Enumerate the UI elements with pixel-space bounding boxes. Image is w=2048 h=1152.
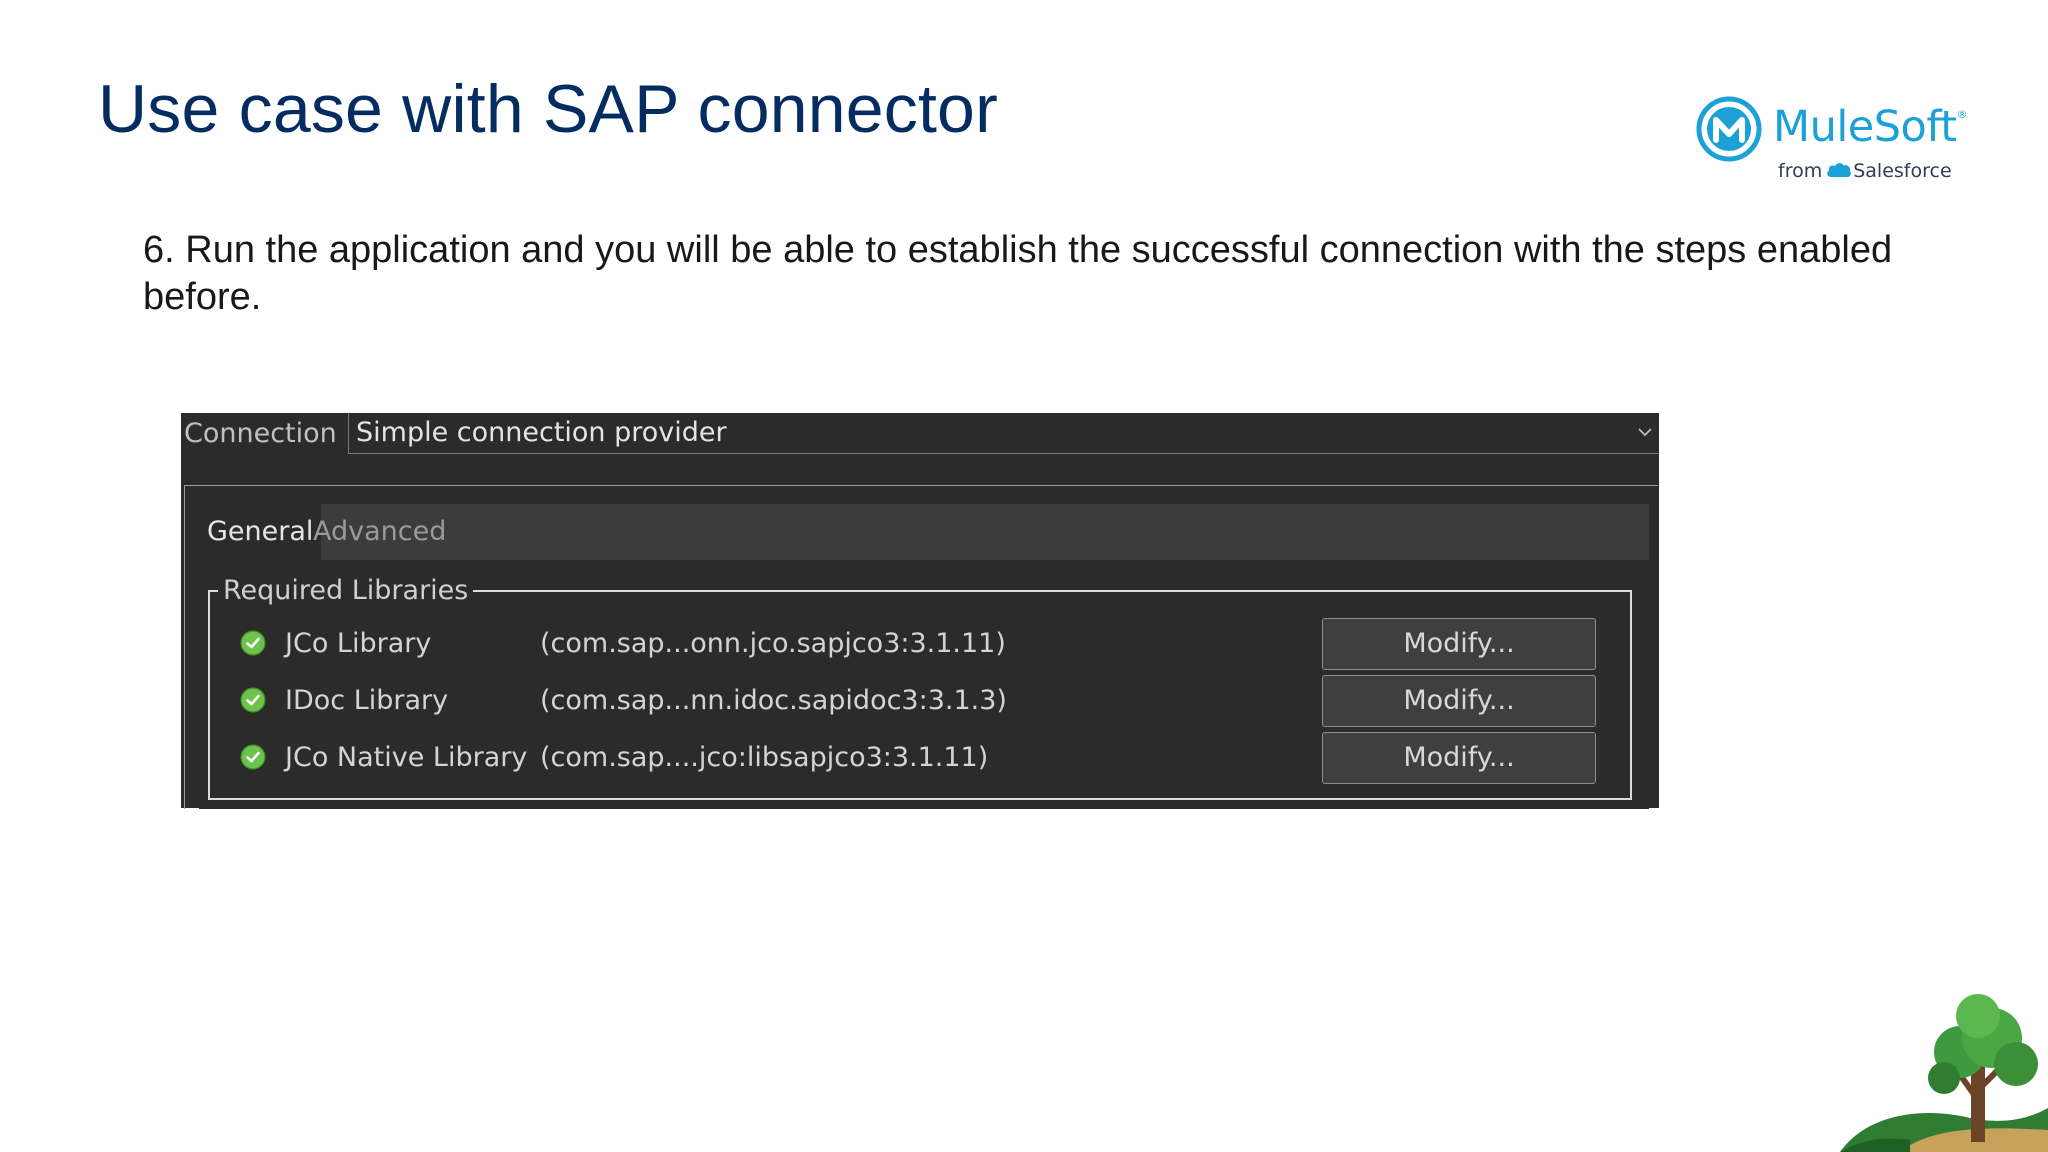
connection-provider-select[interactable]: Simple connection provider <box>348 413 1659 454</box>
check-circle-icon <box>240 630 266 656</box>
modify-jco-library-button[interactable]: Modify... <box>1322 618 1596 670</box>
library-coordinates: (com.sap...onn.jco.sapjco3:3.1.11) <box>540 628 1006 659</box>
slide-title: Use case with SAP connector <box>98 71 998 147</box>
required-libraries-group: Required Libraries JCo Library (com.sap.… <box>208 573 1632 800</box>
check-circle-icon <box>240 687 266 713</box>
mulesoft-logo-icon <box>1696 96 1762 162</box>
library-row-jco: JCo Library (com.sap...onn.jco.sapjco3:3… <box>240 618 1610 670</box>
connection-settings-section: General Advanced Required Libraries JCo … <box>184 485 1658 809</box>
logo-wordmark: MuleSoft® <box>1773 102 1968 152</box>
connection-label: Connection <box>184 418 337 449</box>
logo-registered-mark: ® <box>1956 108 1968 121</box>
instruction-text: 6. Run the application and you will be a… <box>143 229 1893 318</box>
library-coordinates: (com.sap....jco:libsapjco3:3.1.11) <box>540 742 989 773</box>
logo-word-text: MuleSoft <box>1773 102 1957 152</box>
logo-from-text: from <box>1778 160 1823 182</box>
logo-tagline: from Salesforce <box>1778 160 1952 182</box>
connection-provider-value: Simple connection provider <box>356 417 727 448</box>
library-row-jco-native: JCo Native Library (com.sap....jco:libsa… <box>240 732 1610 784</box>
modify-idoc-library-button[interactable]: Modify... <box>1322 675 1596 727</box>
check-circle-icon <box>240 744 266 770</box>
required-libraries-label: Required Libraries <box>218 573 474 609</box>
tab-general[interactable]: General <box>199 504 322 560</box>
logo-company-text: Salesforce <box>1853 160 1952 182</box>
library-coordinates: (com.sap...nn.idoc.sapidoc3:3.1.3) <box>540 685 1007 716</box>
library-row-idoc: IDoc Library (com.sap...nn.idoc.sapidoc3… <box>240 675 1610 727</box>
tree-hill-illustration <box>1840 994 2048 1152</box>
library-name: JCo Library <box>285 628 432 659</box>
mulesoft-logo: MuleSoft® from Salesforce <box>1696 96 1968 186</box>
modify-jco-native-library-button[interactable]: Modify... <box>1322 732 1596 784</box>
tab-advanced[interactable]: Advanced <box>305 504 454 560</box>
salesforce-cloud-icon <box>1827 162 1852 177</box>
general-tab-content: Required Libraries JCo Library (com.sap.… <box>199 560 1649 809</box>
chevron-down-icon[interactable] <box>1634 421 1656 443</box>
tab-bar: General Advanced <box>199 504 1649 560</box>
library-name: JCo Native Library <box>285 742 528 773</box>
library-name: IDoc Library <box>285 685 449 716</box>
connection-config-panel: Connection Simple connection provider Ge… <box>181 413 1659 809</box>
